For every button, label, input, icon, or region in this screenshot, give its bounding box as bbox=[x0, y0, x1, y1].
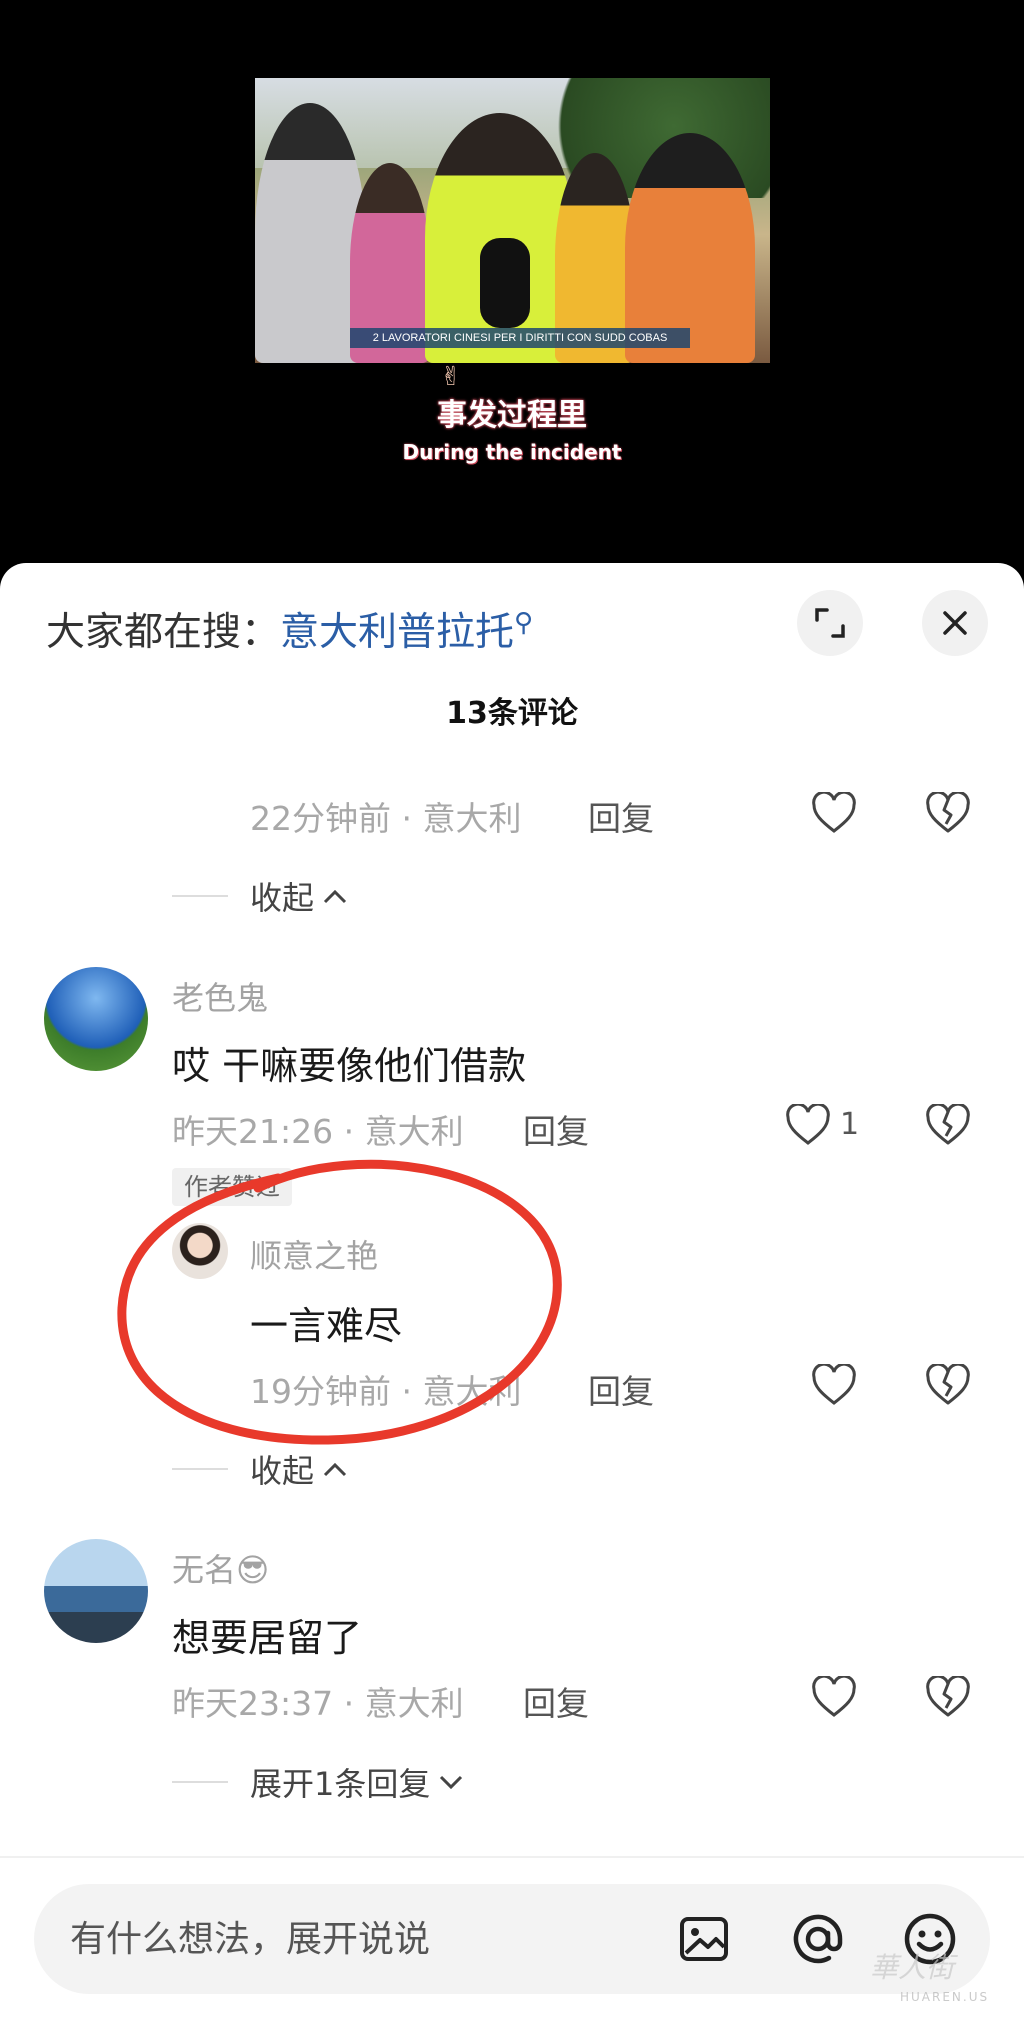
collapse-replies[interactable]: 收起 bbox=[250, 1446, 348, 1492]
trending-search[interactable]: 大家都在搜：意大利普拉托⚲ bbox=[46, 601, 533, 657]
hand-icon: ✌ bbox=[440, 362, 462, 392]
expand-label: 展开1条回复 bbox=[250, 1765, 431, 1803]
video-person bbox=[255, 103, 365, 363]
comment-count: 13条评论 bbox=[446, 696, 578, 731]
comment-text: 一言难尽 bbox=[250, 1304, 403, 1348]
avatar[interactable] bbox=[44, 1539, 148, 1643]
video-frame: 2 LAVORATORI CINESI PER I DIRITTI CON SU… bbox=[255, 78, 770, 363]
like-button[interactable] bbox=[808, 1671, 860, 1723]
heart-icon bbox=[812, 1676, 856, 1717]
collapse-label: 收起 bbox=[250, 879, 315, 917]
watermark-logo: 華人街 bbox=[870, 1951, 955, 1984]
reply-meta: 22分钟前 · 意大利 bbox=[250, 799, 522, 838]
avatar[interactable] bbox=[44, 967, 148, 1071]
subtitle-chinese: 事发过程里 bbox=[437, 398, 587, 433]
dislike-button[interactable] bbox=[922, 1099, 974, 1151]
close-icon bbox=[943, 611, 967, 635]
fold-divider bbox=[172, 1781, 228, 1783]
comment-meta: 19分钟前 · 意大利 bbox=[250, 1372, 522, 1411]
like-button[interactable] bbox=[808, 1359, 860, 1411]
broken-heart-icon bbox=[926, 1104, 970, 1145]
comment-author[interactable]: 老色鬼 bbox=[172, 973, 268, 1019]
like-button[interactable] bbox=[808, 787, 860, 839]
comment-sheet: 大家都在搜：意大利普拉托⚲ 13条评论 22分钟前 · 意大利 回复 收起 老色… bbox=[0, 563, 1024, 2018]
broken-heart-icon bbox=[926, 1364, 970, 1405]
dislike-button[interactable] bbox=[922, 1671, 974, 1723]
collapse-replies[interactable]: 收起 bbox=[250, 873, 348, 919]
fold-divider bbox=[172, 1468, 228, 1470]
broken-heart-icon bbox=[926, 1676, 970, 1717]
reply-button[interactable]: 回复 bbox=[588, 792, 654, 840]
at-icon bbox=[793, 1914, 843, 1964]
heart-icon bbox=[812, 792, 856, 833]
heart-icon bbox=[812, 1364, 856, 1405]
broken-heart-icon bbox=[926, 792, 970, 833]
comment-author[interactable]: 无名😎 bbox=[172, 1545, 269, 1591]
reply-button[interactable]: 回复 bbox=[523, 1677, 589, 1725]
chevron-up-icon bbox=[323, 889, 347, 904]
chevron-down-icon bbox=[440, 1775, 463, 1790]
expand-icon bbox=[815, 608, 845, 638]
close-button[interactable] bbox=[922, 590, 988, 656]
video-caption-strip: 2 LAVORATORI CINESI PER I DIRITTI CON SU… bbox=[350, 328, 690, 348]
expand-replies[interactable]: 展开1条回复 bbox=[250, 1759, 464, 1805]
avatar[interactable] bbox=[172, 1223, 228, 1279]
image-icon bbox=[680, 1917, 728, 1961]
like-button[interactable] bbox=[782, 1099, 834, 1151]
reply-button[interactable]: 回复 bbox=[523, 1105, 589, 1153]
subtitle-english: During the incident bbox=[402, 440, 622, 464]
dislike-button[interactable] bbox=[922, 787, 974, 839]
image-button[interactable] bbox=[676, 1911, 732, 1967]
heart-icon bbox=[786, 1104, 830, 1145]
mention-button[interactable] bbox=[790, 1911, 846, 1967]
reply-button[interactable]: 回复 bbox=[588, 1365, 654, 1413]
comment-author[interactable]: 顺意之艳 bbox=[250, 1231, 378, 1277]
watermark-text: HUAREN.US bbox=[900, 1990, 990, 2004]
author-liked-badge: 作者赞过 bbox=[172, 1168, 292, 1206]
like-count: 1 bbox=[840, 1107, 860, 1142]
trending-search-prefix: 大家都在搜： bbox=[46, 610, 281, 655]
trending-search-term[interactable]: 意大利普拉托 bbox=[280, 610, 514, 655]
microphone bbox=[480, 238, 530, 328]
comment-meta: 昨天23:37 · 意大利 bbox=[172, 1684, 464, 1723]
chevron-up-icon bbox=[323, 1462, 347, 1477]
comment-input-bar bbox=[0, 1856, 1024, 2018]
comment-input-pill[interactable] bbox=[34, 1884, 990, 1994]
comment-text: 想要居留了 bbox=[172, 1616, 363, 1660]
comment-meta: 昨天21:26 · 意大利 bbox=[172, 1112, 464, 1151]
video-player[interactable]: 2 LAVORATORI CINESI PER I DIRITTI CON SU… bbox=[0, 0, 1024, 580]
comment-input[interactable] bbox=[70, 1884, 670, 1994]
collapse-label: 收起 bbox=[250, 1452, 315, 1490]
expand-button[interactable] bbox=[797, 590, 863, 656]
comment-text: 哎 干嘛要像他们借款 bbox=[172, 1044, 527, 1088]
search-icon: ⚲ bbox=[514, 608, 534, 638]
fold-divider bbox=[172, 895, 228, 897]
dislike-button[interactable] bbox=[922, 1359, 974, 1411]
